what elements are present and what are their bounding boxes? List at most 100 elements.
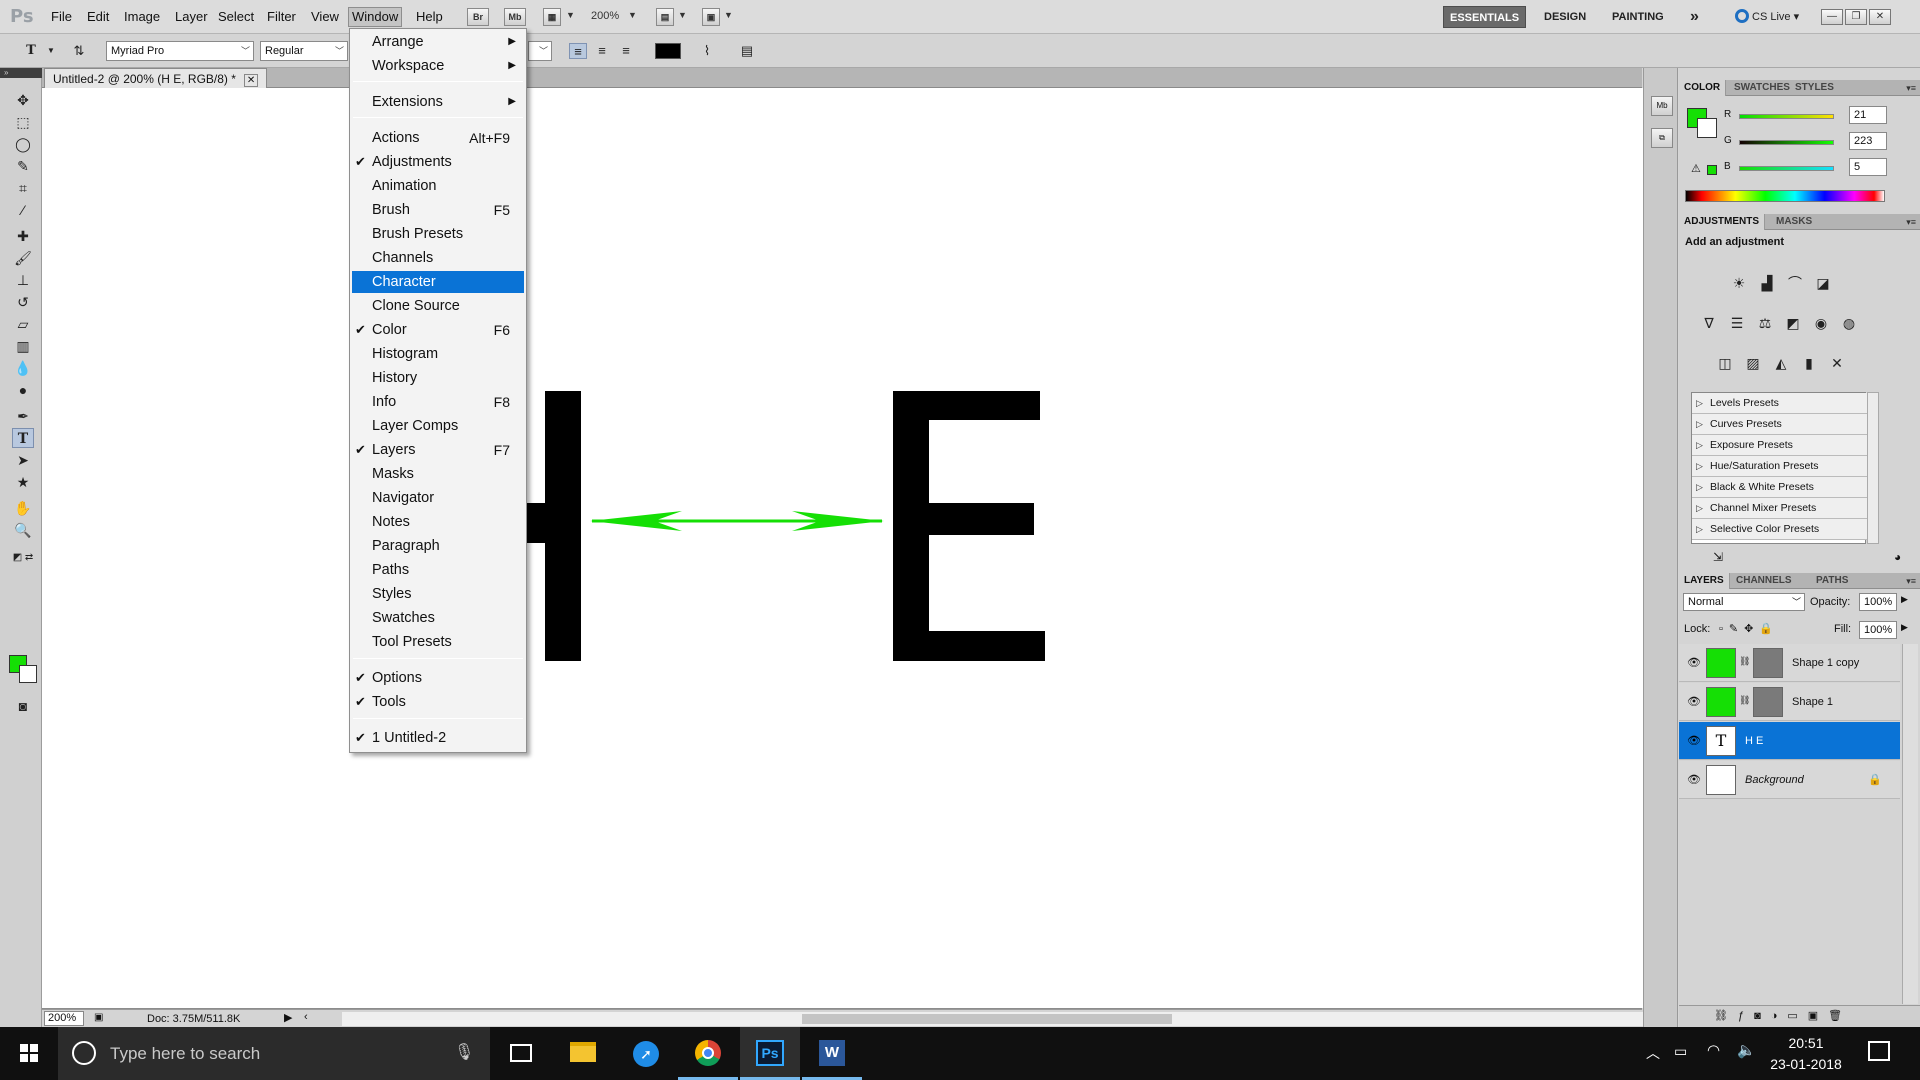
blend-mode-select[interactable]: Normal ﹀ xyxy=(1683,593,1805,611)
menu-item-brush-presets[interactable]: Brush Presets xyxy=(352,223,524,245)
list-item[interactable]: Channel Mixer Presets xyxy=(1692,498,1867,519)
menu-item-paragraph[interactable]: Paragraph xyxy=(352,535,524,557)
invert-icon[interactable]: ◫ xyxy=(1715,353,1735,373)
lasso-tool-icon[interactable]: ◯ xyxy=(12,134,34,154)
dodge-tool-icon[interactable]: ● xyxy=(12,380,34,400)
anti-alias-select[interactable]: ﹀ xyxy=(528,41,552,61)
blue-value-input[interactable]: 5 xyxy=(1849,158,1887,176)
list-item[interactable]: Exposure Presets xyxy=(1692,435,1867,456)
menu-window[interactable]: Window xyxy=(348,7,403,27)
menu-item-swatches[interactable]: Swatches xyxy=(352,607,524,629)
tab-paths[interactable]: PATHS xyxy=(1811,573,1853,589)
panel-menu-icon[interactable]: ▾≡ xyxy=(1906,80,1916,96)
blur-tool-icon[interactable]: 💧 xyxy=(12,358,34,378)
menu-item-animation[interactable]: Animation xyxy=(352,175,524,197)
curves-icon[interactable]: ⌒ xyxy=(1785,273,1805,293)
vector-mask-thumbnail[interactable] xyxy=(1753,687,1783,717)
layers-scrollbar[interactable] xyxy=(1902,644,1918,1004)
tab-adjustments[interactable]: ADJUSTMENTS xyxy=(1679,214,1766,230)
path-selection-tool-icon[interactable]: ➤ xyxy=(12,450,34,470)
menu-item-options[interactable]: ✔ Options xyxy=(352,667,524,689)
pen-tool-icon[interactable]: ✒ xyxy=(12,406,34,426)
red-slider[interactable] xyxy=(1739,114,1834,119)
chevron-down-icon[interactable]: ▼ xyxy=(628,10,637,20)
menu-item-layer-comps[interactable]: Layer Comps xyxy=(352,415,524,437)
menu-file[interactable]: File xyxy=(48,8,75,26)
align-left-icon[interactable]: ≡ xyxy=(569,43,587,59)
menu-item-actions[interactable]: Actions Alt+F9 xyxy=(352,127,524,149)
menu-view[interactable]: View xyxy=(308,8,342,26)
arrange-documents-icon[interactable]: ▤ xyxy=(656,8,674,26)
opacity-input[interactable]: 100% xyxy=(1859,593,1897,611)
tab-styles[interactable]: STYLES xyxy=(1790,80,1839,96)
gamut-color-swatch[interactable] xyxy=(1707,165,1717,175)
presets-scrollbar[interactable] xyxy=(1867,392,1879,544)
tab-channels[interactable]: CHANNELS xyxy=(1731,573,1797,589)
color-panel-background-swatch[interactable] xyxy=(1697,118,1717,138)
blue-slider[interactable] xyxy=(1739,166,1834,171)
layer-action-icons[interactable]: ⛓ƒ◙◑▭▣🗑 xyxy=(1714,1009,1852,1022)
list-item[interactable]: Curves Presets xyxy=(1692,414,1867,435)
quick-mask-icon[interactable]: ◙ xyxy=(12,696,34,716)
history-panel-icon[interactable]: ⧉ xyxy=(1651,128,1673,148)
default-colors-icon[interactable]: ◩ ⇄ xyxy=(12,548,34,568)
layer-row[interactable]: 👁 ⛓ Shape 1 xyxy=(1679,683,1900,721)
menu-item-masks[interactable]: Masks xyxy=(352,463,524,485)
eye-icon[interactable]: 👁 xyxy=(1687,695,1701,708)
opacity-slider-arrow-icon[interactable]: ▶ xyxy=(1901,594,1908,605)
tab-masks[interactable]: MASKS xyxy=(1771,214,1817,230)
eye-icon[interactable]: 👁 xyxy=(1687,734,1701,747)
view-extras-icon[interactable]: ▦ xyxy=(543,8,561,26)
menu-item-channels[interactable]: Channels xyxy=(352,247,524,269)
menu-help[interactable]: Help xyxy=(413,8,446,26)
channel-mixer-icon[interactable]: ◍ xyxy=(1839,313,1859,333)
photo-filter-icon[interactable]: ◉ xyxy=(1811,313,1831,333)
photoshop-taskbar-button[interactable]: Ps xyxy=(740,1027,800,1080)
mini-bridge-panel-icon[interactable]: Mb xyxy=(1651,96,1673,116)
menu-item-notes[interactable]: Notes xyxy=(352,511,524,533)
healing-brush-tool-icon[interactable]: ✚ xyxy=(12,226,34,246)
menu-item-layers[interactable]: ✔ Layers F7 xyxy=(352,439,524,461)
status-icon[interactable]: ▣ xyxy=(94,1012,103,1023)
show-hidden-icons-icon[interactable]: ︿ xyxy=(1646,1043,1660,1063)
status-menu-arrow-icon[interactable]: ▶ xyxy=(284,1011,292,1024)
threshold-icon[interactable]: ◭ xyxy=(1771,353,1791,373)
selective-color-icon[interactable]: ✕ xyxy=(1827,353,1847,373)
menu-item-clone-source[interactable]: Clone Source xyxy=(352,295,524,317)
return-icon[interactable]: ⇲ xyxy=(1713,550,1723,564)
hand-tool-icon[interactable]: ✋ xyxy=(12,498,34,518)
menu-layer[interactable]: Layer xyxy=(172,8,211,26)
menu-item-styles[interactable]: Styles xyxy=(352,583,524,605)
tab-swatches[interactable]: SWATCHES xyxy=(1729,80,1795,96)
close-icon[interactable]: ✕ xyxy=(243,74,259,87)
restore-icon[interactable]: ❐ xyxy=(1845,9,1867,25)
text-orientation-icon[interactable]: ⇅ xyxy=(70,43,88,59)
color-balance-icon[interactable]: ⚖ xyxy=(1755,313,1775,333)
menu-item-tool-presets[interactable]: Tool Presets xyxy=(352,631,524,653)
clock-time[interactable]: 20:51 xyxy=(1776,1035,1836,1051)
chrome-button[interactable] xyxy=(678,1027,738,1080)
chevron-down-icon[interactable]: ▼ xyxy=(678,10,687,20)
exposure-icon[interactable]: ◪ xyxy=(1813,273,1833,293)
menu-item-info[interactable]: Info F8 xyxy=(352,391,524,413)
link-icon[interactable]: ⛓ xyxy=(1739,695,1750,706)
zoom-level[interactable]: 200% xyxy=(591,10,619,22)
crop-tool-icon[interactable]: ⌗ xyxy=(12,178,34,198)
menu-image[interactable]: Image xyxy=(121,8,163,26)
scroll-left-icon[interactable]: ‹ xyxy=(304,1011,308,1023)
history-brush-tool-icon[interactable]: ↺ xyxy=(12,292,34,312)
fill-slider-arrow-icon[interactable]: ▶ xyxy=(1901,622,1908,633)
brightness-contrast-icon[interactable]: ☀ xyxy=(1729,273,1749,293)
panel-menu-icon[interactable]: ▾≡ xyxy=(1906,573,1916,589)
menu-item-arrange[interactable]: Arrange ▶ xyxy=(352,31,524,53)
vibrance-icon[interactable]: ∇ xyxy=(1699,313,1719,333)
tab-color[interactable]: COLOR xyxy=(1679,80,1727,96)
marquee-tool-icon[interactable]: ⬚ xyxy=(12,112,34,132)
lock-options-icons[interactable]: ▫✎✥🔒 xyxy=(1719,622,1779,635)
eye-icon[interactable]: 👁 xyxy=(1687,773,1701,786)
workspace-essentials[interactable]: ESSENTIALS xyxy=(1443,6,1527,28)
vector-mask-thumbnail[interactable] xyxy=(1753,648,1783,678)
menu-item-histogram[interactable]: Histogram xyxy=(352,343,524,365)
status-zoom-input[interactable]: 200% xyxy=(44,1011,84,1026)
menu-item-extensions[interactable]: Extensions ▶ xyxy=(352,91,524,113)
